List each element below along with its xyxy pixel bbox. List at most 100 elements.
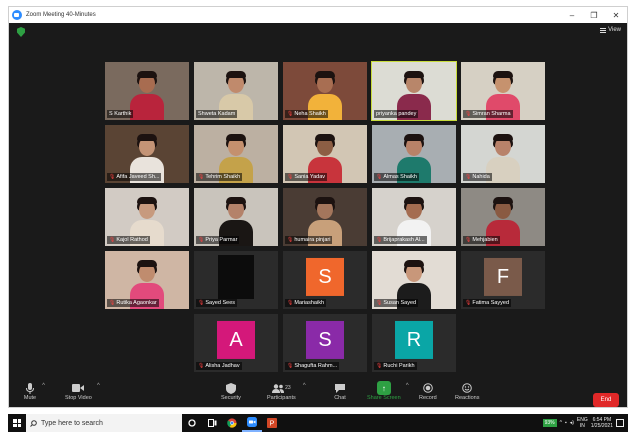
reactions-button[interactable]: Reactions [455, 381, 479, 401]
muted-microphone-icon: 🎙 [465, 300, 472, 306]
participant-name-tag: 🎙 Mariashaikh [285, 299, 327, 307]
muted-microphone-icon: 🎙 [109, 237, 116, 243]
participant-tile[interactable]: 🎙 Mehjabien [461, 188, 545, 246]
participant-tile[interactable]: R 🎙 Ruchi Parikh [372, 314, 456, 372]
security-button[interactable]: Security [221, 381, 241, 401]
chevron-up-icon[interactable]: ^ [406, 383, 409, 389]
participant-tile[interactable]: S 🎙 Shagufta Rahm... [283, 314, 367, 372]
participant-name-tag: priyanka pandey [374, 110, 419, 118]
participant-tile[interactable]: S Karthik [105, 62, 189, 120]
record-button[interactable]: Record [419, 381, 437, 401]
participant-tile[interactable]: S 🎙 Mariashaikh [283, 251, 367, 309]
participant-name: humaira pinjari [294, 237, 331, 243]
participant-avatar: S [306, 320, 344, 359]
participant-name-tag: 🎙 Neha Shaikh [285, 110, 328, 118]
participant-tile[interactable]: priyanka pandey [371, 61, 457, 121]
chevron-up-icon[interactable]: ^ [560, 420, 562, 426]
participant-name-tag: 🎙 Afifa Javeed Sh... [107, 173, 162, 181]
zoom-taskbar-icon[interactable] [242, 414, 262, 432]
chevron-up-icon[interactable]: ^ [303, 383, 306, 389]
participant-name-tag: 🎙 Simran Sharma [463, 110, 513, 118]
participant-tile[interactable]: A 🎙 Alisha Jadhav [194, 314, 278, 372]
share-screen-button[interactable]: ↑ ^ Share Screen [367, 381, 409, 401]
chevron-up-icon[interactable]: ^ [42, 383, 45, 389]
participant-avatar: F [484, 257, 522, 296]
stop-video-button[interactable]: ^ Stop Video [65, 381, 100, 401]
participant-name-tag: 🎙 Brijaprakash Al... [374, 236, 427, 244]
participant-tile[interactable]: 🎙 Sania Yadav [283, 125, 367, 183]
participants-button[interactable]: 23 ^ Participants [267, 381, 306, 401]
mute-button[interactable]: ^ Mute [23, 381, 45, 401]
participant-name-tag: 🎙 Ruchi Parikh [374, 362, 417, 370]
participant-tile[interactable]: 🎙 Brijaprakash Al... [372, 188, 456, 246]
participant-name: Ruchi Parikh [383, 363, 415, 369]
participant-tile[interactable]: 🎙 humaira pinjari [283, 188, 367, 246]
muted-microphone-icon: 🎙 [109, 174, 116, 180]
participant-tile[interactable]: 🎙 Sayed Sees [194, 251, 278, 309]
participant-avatar: R [395, 320, 433, 359]
participant-tile[interactable]: 🎙 Susan Sayed [372, 251, 456, 309]
muted-microphone-icon: 🎙 [376, 363, 383, 369]
participant-tile[interactable]: 🎙 Almas Shaikh [372, 125, 456, 183]
view-button[interactable]: View [600, 27, 621, 33]
chevron-up-icon[interactable]: ^ [97, 383, 100, 389]
participant-name: Kajol Rathod [116, 237, 148, 243]
participant-name: Shweta Kadam [198, 111, 236, 117]
muted-microphone-icon: 🎙 [376, 174, 383, 180]
participant-name-tag: 🎙 Fatima Sayyed [463, 299, 512, 307]
participant-name-tag: 🎙 Sayed Sees [196, 299, 238, 307]
encryption-shield-icon[interactable] [17, 27, 25, 37]
muted-microphone-icon: 🎙 [376, 237, 383, 243]
language-indicator[interactable]: ENG IN [577, 417, 588, 429]
muted-microphone-icon: 🎙 [198, 300, 205, 306]
participant-tile[interactable]: 🎙 Tehrim Shaikh [194, 125, 278, 183]
network-icon[interactable]: ▪ [565, 420, 567, 426]
participant-name: Fatima Sayyed [472, 300, 510, 306]
participant-name: Brijaprakash Al... [383, 237, 425, 243]
participant-name: Afifa Javeed Sh... [116, 174, 160, 180]
participant-tile[interactable]: 🎙 Priya Parmar [194, 188, 278, 246]
cortana-icon[interactable] [182, 414, 202, 432]
participant-tile[interactable]: 🎙 Nahida [461, 125, 545, 183]
participant-tile[interactable]: 🎙 Kajol Rathod [105, 188, 189, 246]
powerpoint-icon[interactable]: P [262, 414, 282, 432]
participant-name: Alisha Jadhav [205, 363, 240, 369]
zoom-window: Zoom Meeting 40-Minutes – ❐ ✕ View S Kar… [8, 6, 628, 408]
participant-tile[interactable]: 🎙 Simran Sharma [461, 62, 545, 120]
participant-name-tag: S Karthik [107, 110, 134, 118]
task-view-icon[interactable] [202, 414, 222, 432]
shield-icon [224, 381, 238, 395]
participant-name: Tehrim Shaikh [205, 174, 241, 180]
notifications-icon[interactable] [616, 419, 624, 427]
battery-indicator[interactable]: 93% [542, 419, 557, 427]
participant-tile[interactable]: Shweta Kadam [194, 62, 278, 120]
participant-name: Almas Shaikh [383, 174, 417, 180]
participant-tile[interactable]: F 🎙 Fatima Sayyed [461, 251, 545, 309]
security-label: Security [221, 395, 241, 401]
video-camera-icon [71, 381, 85, 395]
muted-microphone-icon: 🎙 [287, 111, 294, 117]
speaker-icon[interactable]: ◂) [570, 420, 574, 426]
mute-label: Mute [23, 395, 37, 401]
close-button[interactable]: ✕ [605, 7, 627, 23]
end-meeting-button[interactable]: End [593, 393, 619, 407]
participant-tile[interactable]: 🎙 Afifa Javeed Sh... [105, 125, 189, 183]
participant-name: Nahida [472, 174, 490, 180]
minimize-button[interactable]: – [561, 7, 583, 23]
windows-logo-icon [13, 419, 21, 427]
participant-name-tag: Shweta Kadam [196, 110, 238, 118]
system-tray: 93% ^ ▪ ◂) ENG IN 6:54 PM 1/25/2021 [542, 414, 628, 432]
participant-name-tag: 🎙 Priya Parmar [196, 236, 240, 244]
chat-button[interactable]: Chat [333, 381, 347, 401]
taskbar-search-box[interactable]: Type here to search [26, 414, 182, 432]
participant-name: Sayed Sees [205, 300, 236, 306]
participant-name: S Karthik [109, 111, 132, 117]
participant-tile[interactable]: 🎙 Rutika Agaonkar [105, 251, 189, 309]
participant-tile[interactable]: 🎙 Neha Shaikh [283, 62, 367, 120]
start-button[interactable] [8, 414, 26, 432]
chrome-icon[interactable] [222, 414, 242, 432]
participant-avatar: S [306, 257, 344, 296]
maximize-button[interactable]: ❐ [583, 7, 605, 23]
clock[interactable]: 6:54 PM 1/25/2021 [591, 417, 613, 429]
muted-microphone-icon: 🎙 [287, 300, 294, 306]
